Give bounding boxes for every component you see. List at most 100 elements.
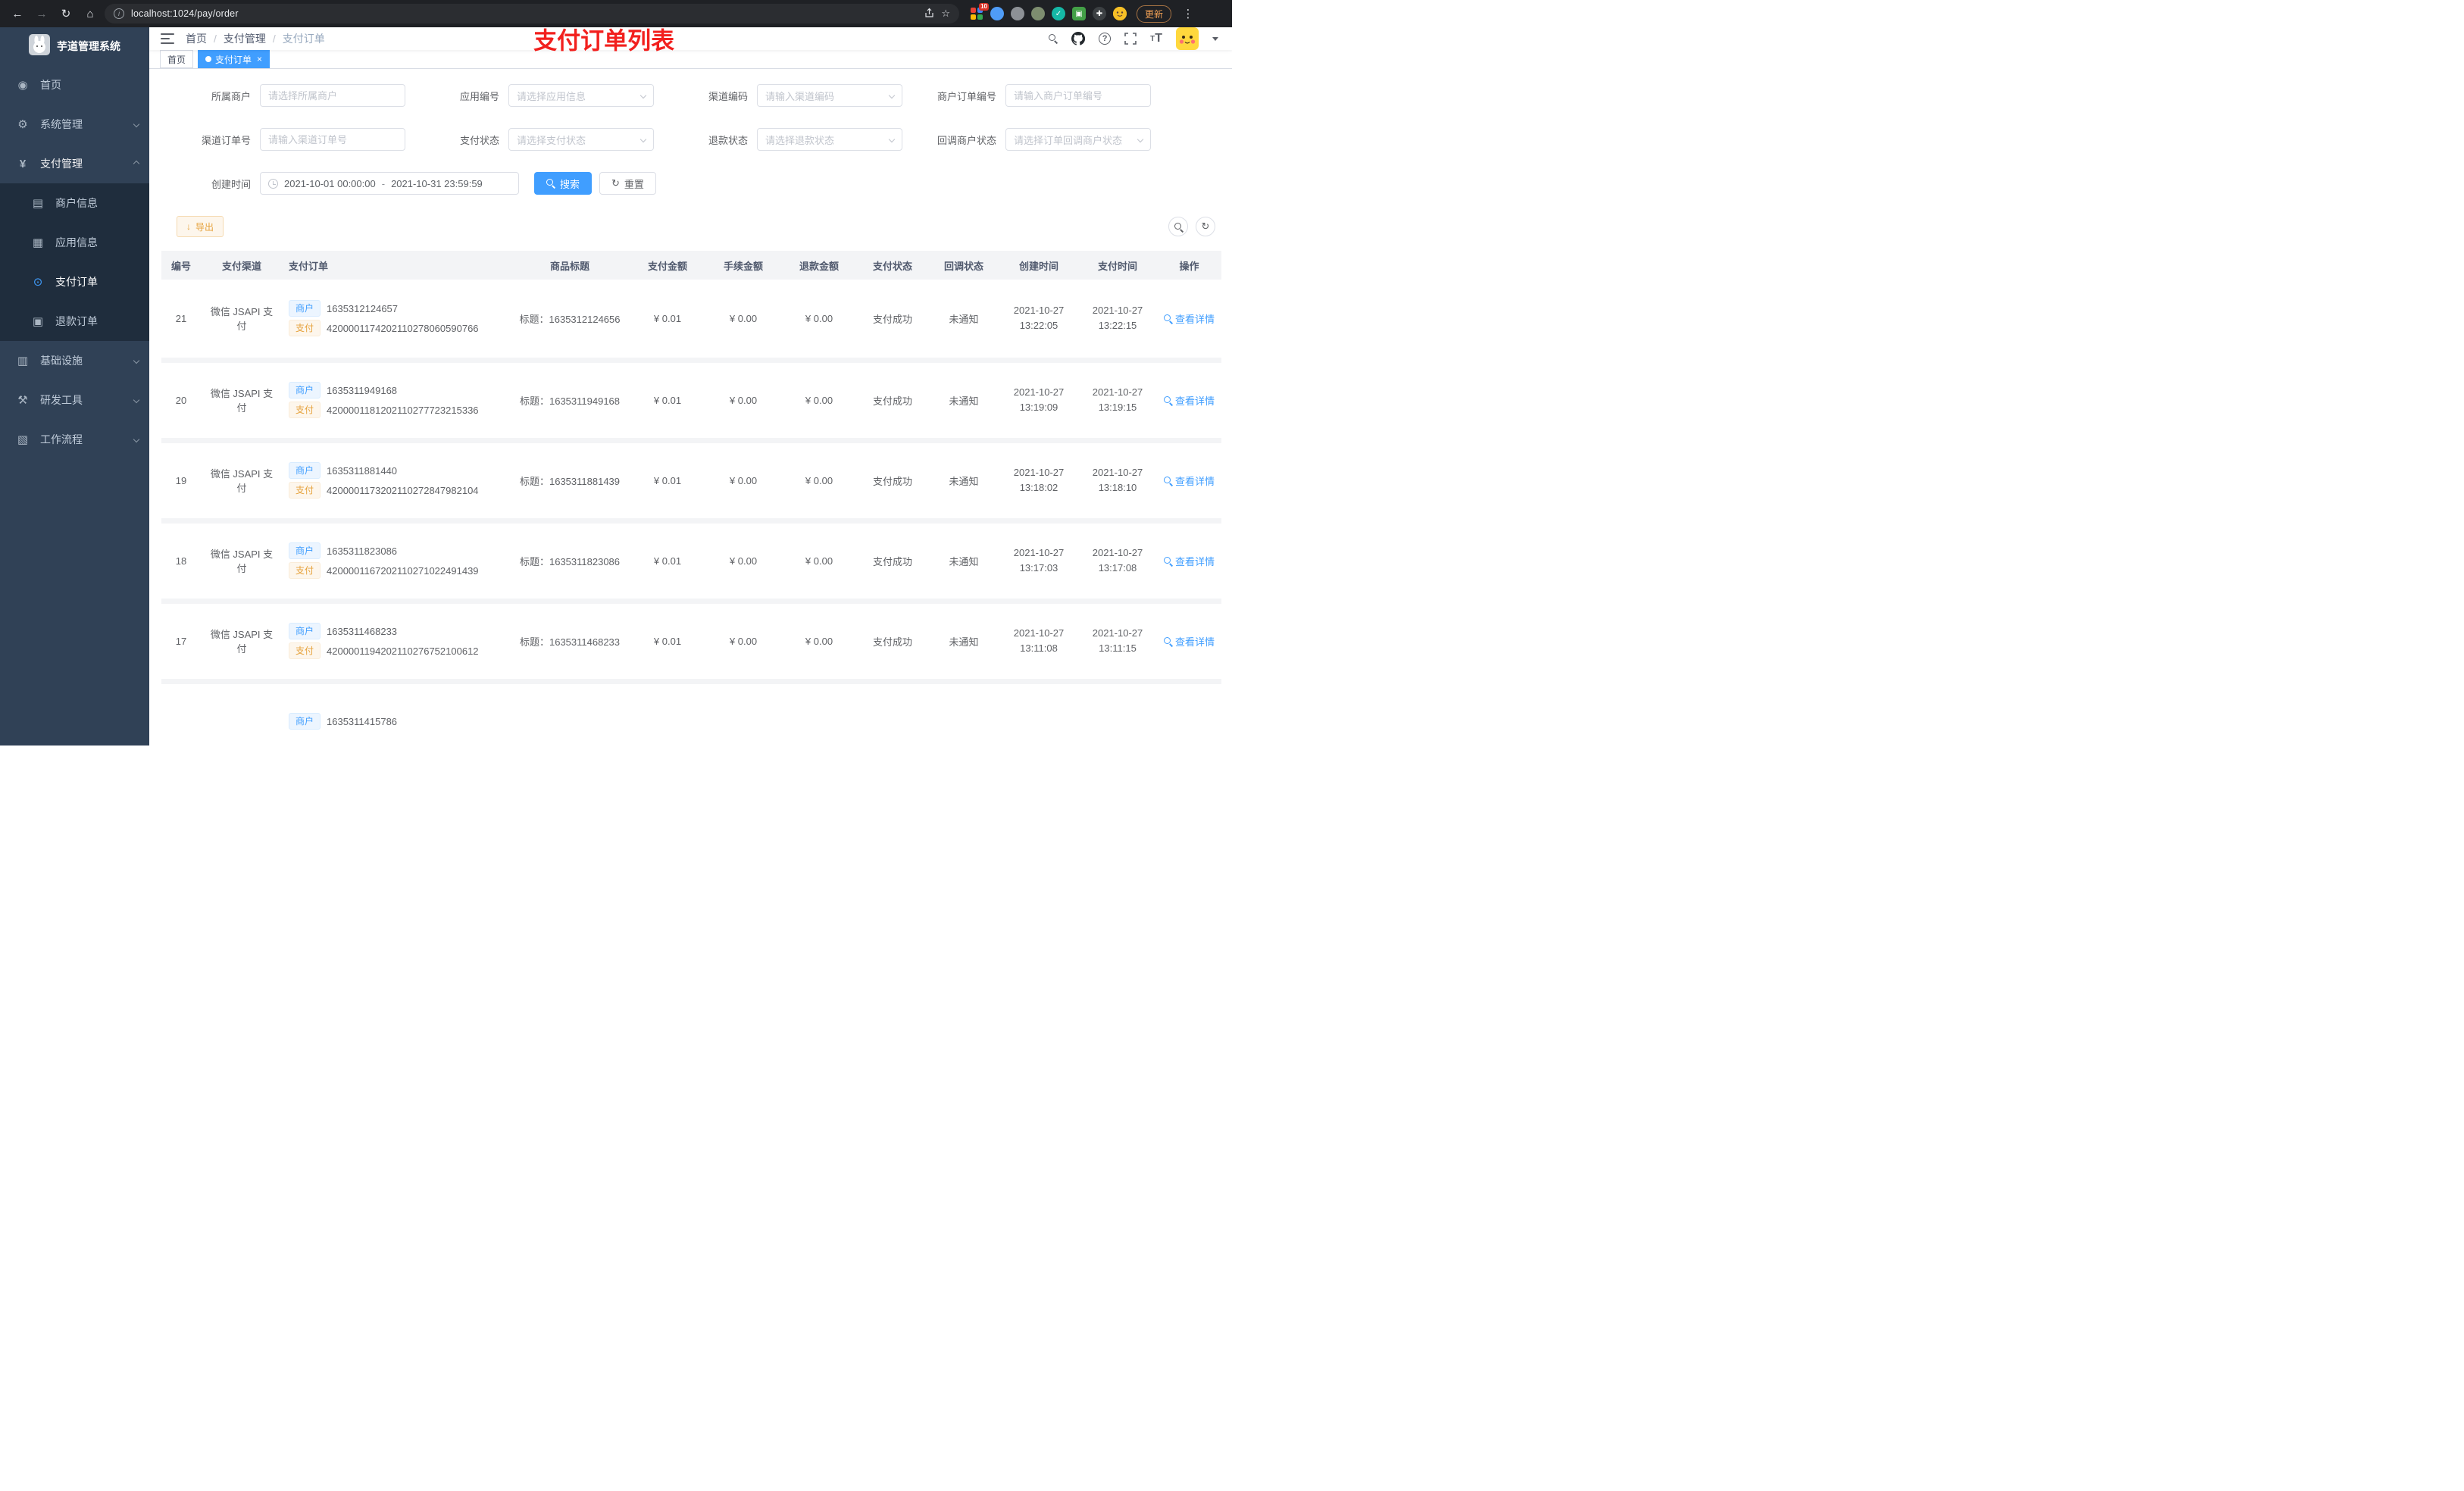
cell-notify-status: 未通知 — [928, 360, 999, 443]
search-button[interactable]: 搜索 — [534, 172, 593, 195]
cell-pay-status: 支付成功 — [857, 440, 928, 524]
channel-code-select[interactable]: 请输入渠道编码 — [757, 84, 902, 107]
browser-menu-dots-icon[interactable]: ⋮ — [1178, 4, 1198, 23]
create-time-label: 创建时间 — [211, 178, 251, 190]
cell-create-time: 2021-10-27 13:17:03 — [999, 520, 1078, 604]
date-range-picker[interactable]: 2021-10-01 00:00:00 - 2021-10-31 23:59:5… — [260, 172, 519, 195]
user-avatar[interactable] — [1176, 27, 1199, 50]
cell-title: 标题：1635311949168 — [510, 360, 630, 443]
extension-olive-icon[interactable] — [1031, 7, 1045, 20]
refresh-icon: ↻ — [1201, 220, 1210, 232]
magnifier-icon — [1163, 556, 1172, 565]
cell-refund-amount: ¥ 0.00 — [781, 440, 857, 524]
refresh-table-button[interactable]: ↻ — [1196, 217, 1215, 236]
table-header-row: 编号 支付渠道 支付订单 商品标题 支付金额 手续金额 退款金额 支付状态 回调… — [161, 251, 1221, 280]
extension-gray-icon[interactable] — [1011, 7, 1024, 20]
home-icon[interactable]: ⌂ — [80, 4, 100, 23]
fullscreen-icon[interactable] — [1124, 33, 1137, 45]
app-logo: 芋道管理系统 — [0, 27, 149, 65]
channel-order-no-input[interactable] — [260, 128, 405, 151]
cell-channel — [201, 681, 283, 746]
view-detail-link[interactable]: 查看详情 — [1163, 311, 1215, 326]
chevron-up-icon — [133, 160, 140, 167]
profile-avatar-icon[interactable] — [1113, 7, 1127, 20]
gear-icon: ⚙ — [17, 118, 28, 131]
sidebar-item-merchant-info[interactable]: ▤ 商户信息 — [0, 183, 149, 223]
refund-status-label: 退款状态 — [708, 134, 748, 146]
chevron-down-icon — [1137, 136, 1144, 143]
share-icon[interactable] — [924, 8, 934, 20]
extension-check-icon[interactable]: ✓ — [1052, 7, 1065, 20]
col-refund-amount: 退款金额 — [781, 251, 857, 280]
hide-search-button[interactable] — [1168, 217, 1188, 236]
url-text[interactable]: localhost:1024/pay/order — [131, 8, 918, 19]
extension-grid-icon[interactable]: 10 — [970, 3, 989, 20]
merchant-tag: 商户 — [289, 382, 321, 399]
cell-title: 标题：1635311881439 — [510, 440, 630, 524]
extension-chat-icon[interactable]: ▣ — [1072, 7, 1086, 20]
view-detail-link[interactable]: 查看详情 — [1163, 634, 1215, 649]
extensions-area: 10 ✓ ▣ ✚ 更新 ⋮ — [970, 3, 1224, 23]
extension-drop-icon[interactable] — [990, 7, 1004, 20]
chevron-down-icon — [133, 357, 140, 364]
tab-home[interactable]: 首页 — [160, 50, 194, 68]
bookmark-star-icon[interactable]: ☆ — [941, 8, 950, 20]
logo-avatar — [29, 33, 50, 59]
avatar-caret-icon[interactable] — [1212, 36, 1218, 41]
sidebar-item-pay-order[interactable]: ⊙ 支付订单 — [0, 262, 149, 302]
app-id-select[interactable]: 请选择应用信息 — [508, 84, 654, 107]
cell-pay-time: 2021-10-27 13:18:10 — [1078, 440, 1157, 524]
table-row-partial: 商户 1635311415786 — [161, 681, 1221, 746]
sidebar-item-app-info[interactable]: ▦ 应用信息 — [0, 223, 149, 262]
github-icon[interactable] — [1071, 32, 1086, 45]
cell-notify-status: 未通知 — [928, 280, 999, 363]
sidebar-item-payment[interactable]: ¥ 支付管理 — [0, 144, 149, 183]
refund-status-select[interactable]: 请选择退款状态 — [757, 128, 902, 151]
cell-id: 17 — [161, 601, 201, 684]
help-icon[interactable]: ? — [1099, 33, 1112, 45]
workflow-icon: ▧ — [17, 433, 29, 446]
tab-pay-order[interactable]: 支付订单 × — [198, 50, 270, 68]
sidebar-item-refund-order[interactable]: ▣ 退款订单 — [0, 302, 149, 341]
merchant-no: 1635312124657 — [327, 302, 399, 314]
cell-pay-status: 支付成功 — [857, 360, 928, 443]
update-button[interactable]: 更新 — [1137, 5, 1172, 23]
notify-status-select[interactable]: 请选择订单回调商户状态 — [1005, 128, 1151, 151]
merchant-label: 所属商户 — [211, 90, 251, 102]
site-info-icon[interactable]: i — [114, 8, 124, 19]
hamburger-icon[interactable] — [149, 33, 186, 45]
yen-icon: ¥ — [19, 157, 27, 170]
breadcrumb-home[interactable]: 首页 — [186, 31, 207, 46]
forward-icon[interactable]: → — [32, 4, 52, 23]
chevron-down-icon — [639, 92, 647, 99]
font-size-icon[interactable]: TT — [1150, 32, 1162, 45]
cell-channel: 微信 JSAPI 支付 — [201, 360, 283, 443]
reload-icon[interactable]: ↻ — [56, 4, 76, 23]
back-icon[interactable]: ← — [8, 4, 27, 23]
sidebar-item-infrastructure[interactable]: ▥ 基础设施 — [0, 341, 149, 380]
breadcrumb-payment[interactable]: 支付管理 — [224, 31, 266, 46]
search-icon[interactable] — [1049, 34, 1058, 43]
sidebar-item-dashboard[interactable]: ◉ 首页 — [0, 65, 149, 105]
merchant-order-no-input[interactable] — [1005, 84, 1151, 107]
export-button[interactable]: ↓ 导出 — [177, 216, 224, 237]
magnifier-icon — [1163, 395, 1172, 405]
reset-button[interactable]: ↻ 重置 — [599, 172, 656, 195]
pay-status-select[interactable]: 请选择支付状态 — [508, 128, 654, 151]
cell-order: 商户 1635311949168 支付 4200001181202110277723… — [283, 360, 510, 443]
cell-order: 商户 1635311823086 支付 4200001167202110271022… — [283, 520, 510, 604]
pay-no: 4200001174202110278060590766 — [327, 322, 479, 334]
col-notify-status: 回调状态 — [928, 251, 999, 280]
sidebar-item-devtools[interactable]: ⚒ 研发工具 — [0, 380, 149, 420]
view-detail-link[interactable]: 查看详情 — [1163, 393, 1215, 408]
view-detail-link[interactable]: 查看详情 — [1163, 474, 1215, 488]
view-detail-link[interactable]: 查看详情 — [1163, 554, 1215, 568]
address-bar[interactable]: i localhost:1024/pay/order ☆ — [105, 4, 959, 23]
sidebar-item-system[interactable]: ⚙ 系统管理 — [0, 105, 149, 144]
extension-pin-icon[interactable]: ✚ — [1093, 7, 1106, 20]
cell-create-time: 2021-10-27 13:11:08 — [999, 601, 1078, 684]
tab-close-icon[interactable]: × — [257, 54, 262, 64]
merchant-input[interactable] — [260, 84, 405, 107]
sidebar-item-workflow[interactable]: ▧ 工作流程 — [0, 420, 149, 459]
chevron-down-icon — [133, 436, 140, 443]
